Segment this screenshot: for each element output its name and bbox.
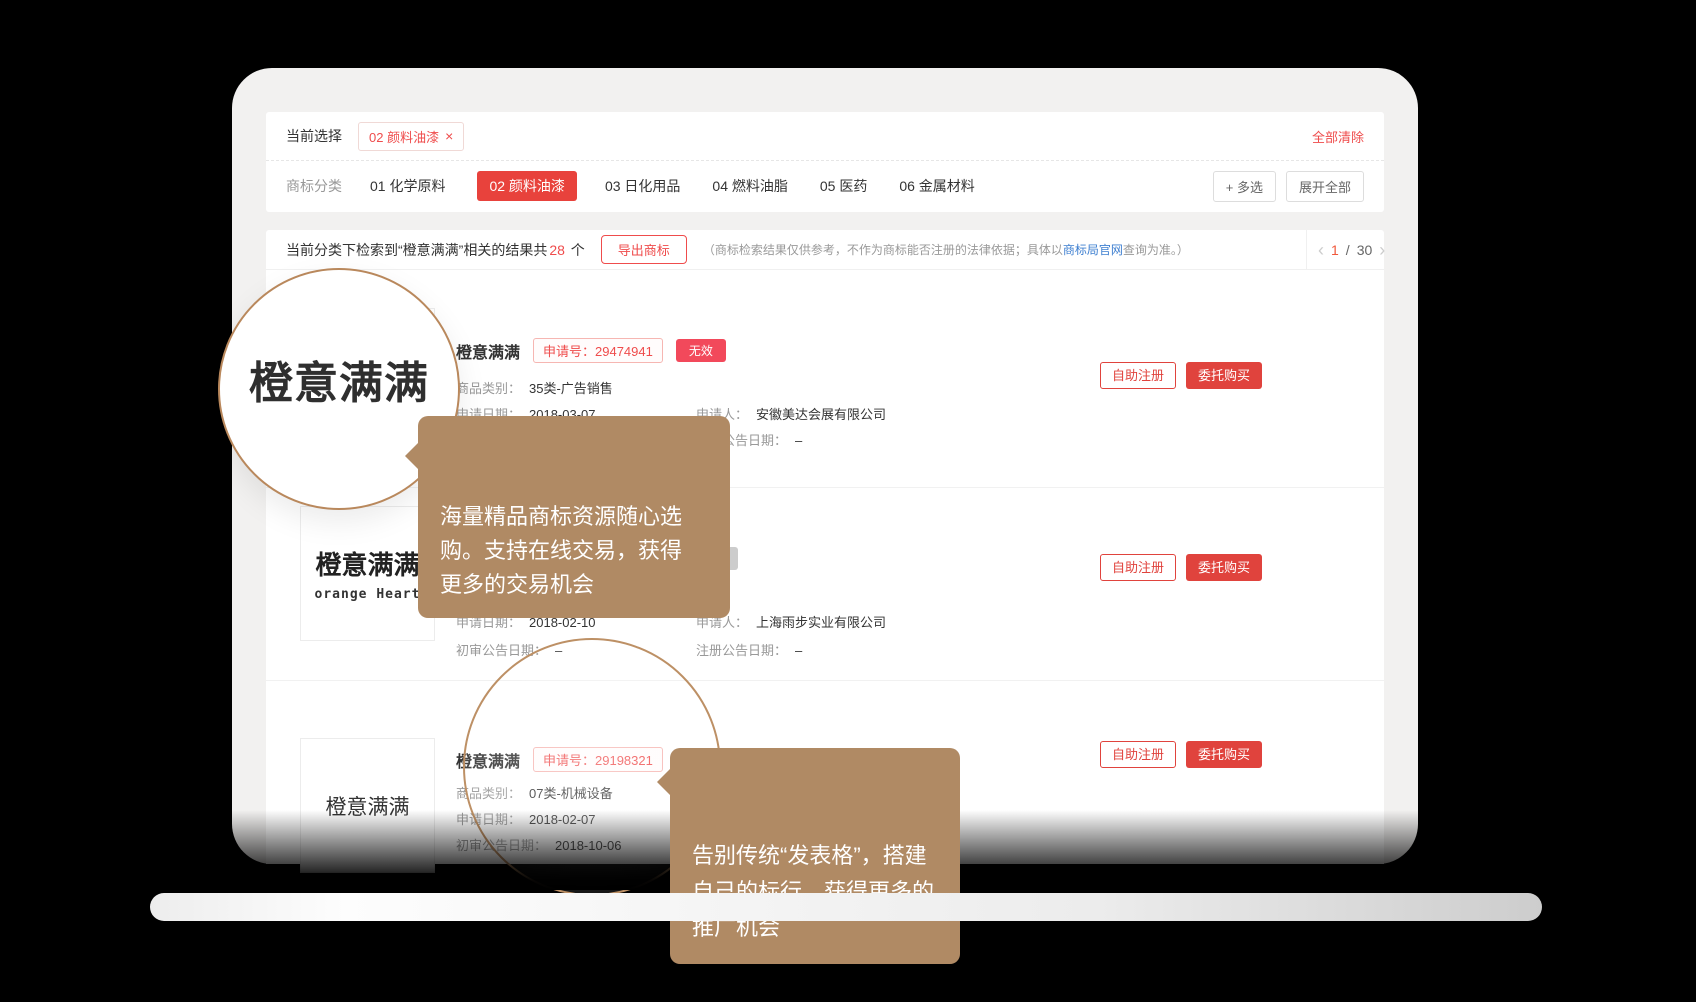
results-disclaimer: （商标检索结果仅供参考，不作为商标能否注册的法律依据；具体以商标局官网查询为准。…: [703, 241, 1189, 258]
promo-tooltip-text: 告别传统“发表格”，搭建 自己的标行，获得更多的 推广机会: [692, 843, 934, 940]
screenshot-stage: 当前选择 02 颜料油漆 × 全部清除 商标分类 01 化学原料 02 颜料油漆…: [0, 0, 1696, 1002]
trademark-title-line: 橙意满满 申请号：29474941 无效: [456, 338, 726, 363]
expand-all-button[interactable]: 展开全部: [1286, 171, 1364, 202]
trademark-office-link[interactable]: 商标局官网: [1063, 243, 1123, 257]
category-row: 商标分类 01 化学原料 02 颜料油漆 03 日化用品 04 燃料油脂 05 …: [266, 161, 1384, 211]
trademark-image-text: 橙意满满: [315, 545, 419, 582]
category-label: 商标分类: [286, 176, 342, 196]
category-item-03[interactable]: 03 日化用品: [605, 176, 680, 196]
status-badge: 无效: [676, 339, 726, 362]
current-selection-label: 当前选择: [286, 126, 342, 146]
clear-all-link[interactable]: 全部清除: [1312, 127, 1364, 146]
promo-tooltip-text: 海量精品商标资源随心选 购。支持在线交易，获得 更多的交易机会: [440, 504, 682, 597]
selected-filter-tag[interactable]: 02 颜料油漆 ×: [358, 122, 464, 151]
field-category: 商品类别：35类-广告销售: [456, 378, 1076, 396]
header-divider: [1306, 230, 1307, 269]
export-trademarks-button[interactable]: 导出商标: [601, 235, 687, 264]
results-summary: 当前分类下检索到“橙意满满”相关的结果共28 个: [286, 240, 585, 260]
magnified-trademark-text: 橙意满满: [249, 347, 429, 411]
category-item-06[interactable]: 06 金属材料: [899, 176, 974, 196]
self-register-button[interactable]: 自助注册: [1100, 741, 1176, 768]
category-item-04[interactable]: 04 燃料油脂: [712, 176, 787, 196]
selected-filter-tag-label: 02 颜料油漆: [369, 127, 439, 146]
promo-tooltip-marketplace: 海量精品商标资源随心选 购。支持在线交易，获得 更多的交易机会: [418, 416, 730, 618]
promo-tooltip-promotion: 告别传统“发表格”，搭建 自己的标行，获得更多的 推广机会: [670, 748, 960, 964]
results-count: 28: [549, 242, 565, 258]
results-header: 当前分类下检索到“橙意满满”相关的结果共28 个 导出商标 （商标检索结果仅供参…: [266, 230, 1384, 270]
tooltip-arrow-left-icon: [405, 442, 419, 470]
row-actions: 自助注册 委托购买: [1100, 741, 1262, 768]
tooltip-arrow-left-icon: [657, 768, 671, 796]
self-register-button[interactable]: 自助注册: [1100, 554, 1176, 581]
results-unit: 个: [571, 242, 585, 258]
current-selection-row: 当前选择 02 颜料油漆 × 全部清除: [266, 112, 1384, 161]
entrust-purchase-button[interactable]: 委托购买: [1186, 554, 1262, 581]
application-number-badge: 申请号：29474941: [533, 338, 663, 363]
current-page: 1: [1331, 242, 1339, 258]
multi-select-button[interactable]: + 多选: [1213, 171, 1276, 202]
trademark-image-3[interactable]: 橙意满满: [300, 738, 435, 873]
category-item-01[interactable]: 01 化学原料: [370, 176, 445, 196]
pagination: ‹ 1 / 30 ›: [1318, 230, 1385, 269]
disclaimer-suffix: 查询为准。）: [1123, 243, 1189, 257]
category-item-02-selected[interactable]: 02 颜料油漆: [477, 171, 576, 201]
page-divider: /: [1346, 242, 1350, 258]
entrust-purchase-button[interactable]: 委托购买: [1186, 362, 1262, 389]
entrust-purchase-button[interactable]: 委托购买: [1186, 741, 1262, 768]
row-actions: 自助注册 委托购买: [1100, 554, 1262, 581]
trademark-name: 橙意满满: [456, 339, 520, 363]
next-page-icon[interactable]: ›: [1379, 241, 1385, 259]
disclaimer-prefix: （商标检索结果仅供参考，不作为商标能否注册的法律依据；具体以: [703, 243, 1063, 257]
total-pages: 30: [1357, 242, 1373, 258]
filter-panel: 当前选择 02 颜料油漆 × 全部清除 商标分类 01 化学原料 02 颜料油漆…: [266, 112, 1384, 212]
laptop-base: [150, 893, 1542, 921]
remove-tag-icon[interactable]: ×: [445, 129, 453, 143]
self-register-button[interactable]: 自助注册: [1100, 362, 1176, 389]
category-actions: + 多选 展开全部: [1213, 171, 1364, 202]
trademark-image-subtext: orange Heart: [315, 587, 421, 602]
results-summary-prefix: 当前分类下检索到“橙意满满”相关的结果共: [286, 242, 547, 258]
row-actions: 自助注册 委托购买: [1100, 362, 1262, 389]
trademark-image-2[interactable]: 橙意满满 orange Heart: [300, 506, 435, 641]
category-item-05[interactable]: 05 医药: [820, 176, 867, 196]
prev-page-icon[interactable]: ‹: [1318, 241, 1324, 259]
trademark-image-text: 橙意满满: [326, 791, 410, 821]
